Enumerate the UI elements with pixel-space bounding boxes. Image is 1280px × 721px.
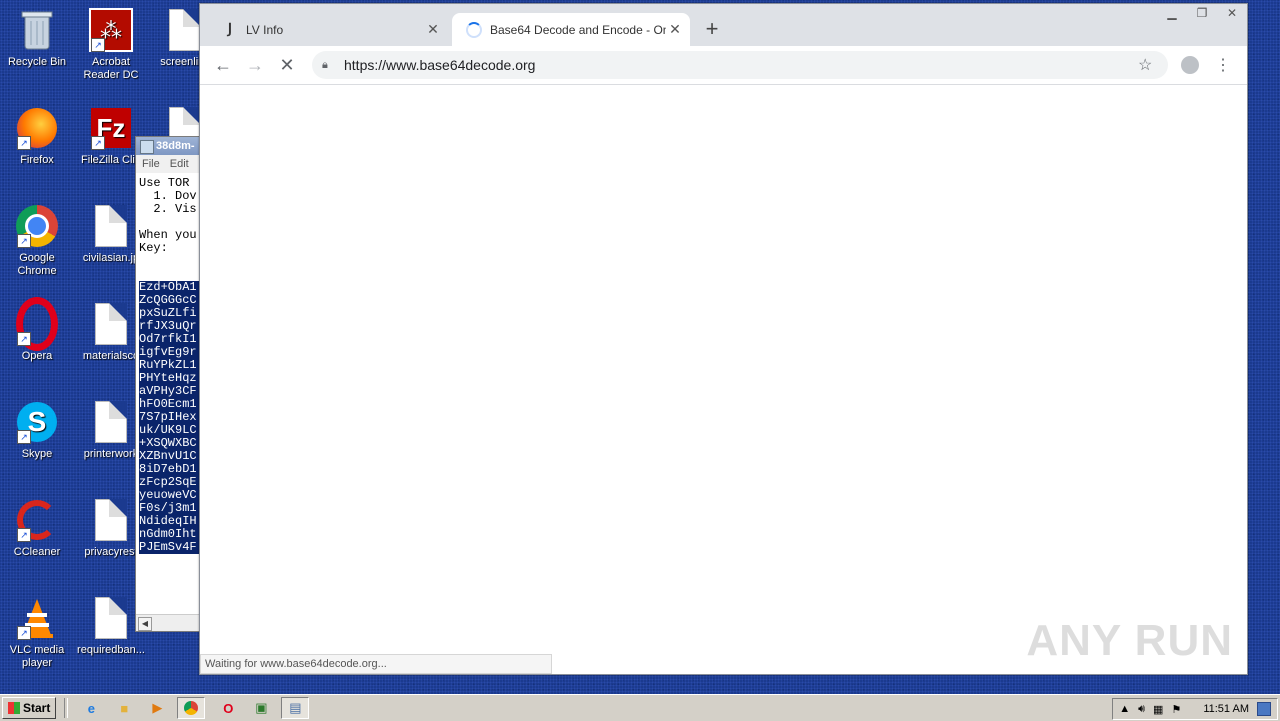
opera-icon: ↗ xyxy=(15,297,59,351)
firefox-icon: ↗ xyxy=(15,106,59,150)
show-desktop-icon[interactable] xyxy=(1257,702,1271,716)
system-tray: ▲ 🔊︎ ▦ ⚑ 11:51 AM xyxy=(1112,698,1278,720)
menu-kebab-icon[interactable]: ⋮ xyxy=(1210,53,1236,77)
back-button[interactable]: ← xyxy=(210,53,236,77)
close-tab-icon[interactable]: ✕ xyxy=(666,21,684,38)
acrobat-icon: ⁂ ↗ xyxy=(89,8,133,52)
desktop-icon-skype[interactable]: S ↗ Skype xyxy=(0,400,74,461)
ccleaner-icon: ↗ xyxy=(15,498,59,542)
page-viewport[interactable]: ANY RUN Waiting for www.base64decode.org… xyxy=(200,85,1247,674)
tab-title: LV Info xyxy=(246,22,284,37)
file-icon xyxy=(89,400,133,444)
tray-expand-icon[interactable]: ▲ xyxy=(1119,703,1130,715)
forward-button[interactable]: → xyxy=(242,53,268,77)
windows-flag-icon xyxy=(8,702,20,714)
filezilla-icon: Fz ↗ xyxy=(89,106,133,150)
desktop-icon-acrobat[interactable]: ⁂ ↗ Acrobat Reader DC xyxy=(74,8,148,82)
maximize-icon[interactable]: ❐ xyxy=(1187,4,1217,22)
desktop-icon-ccleaner[interactable]: ↗ CCleaner xyxy=(0,498,74,559)
bookmark-star-icon[interactable]: ☆ xyxy=(1138,55,1160,75)
media-player-icon[interactable]: ▶ xyxy=(147,698,167,718)
browser-toolbar: ← → ✕ 🔒︎ https://www.base64decode.org ☆ … xyxy=(200,46,1247,85)
menu-file[interactable]: File xyxy=(142,158,160,170)
shortcut-arrow-icon: ↗ xyxy=(91,136,105,150)
close-tab-icon[interactable]: ✕ xyxy=(424,21,442,38)
file-icon xyxy=(89,302,133,346)
file-icon xyxy=(89,204,133,248)
vlc-icon: ↗ xyxy=(15,596,59,640)
desktop-icon-opera[interactable]: ↗ Opera xyxy=(0,297,74,363)
explorer-folder-icon[interactable]: ■ xyxy=(114,698,134,718)
new-tab-button[interactable]: + xyxy=(700,18,724,42)
shortcut-arrow-icon: ↗ xyxy=(17,430,31,444)
anyrun-watermark: ANY RUN xyxy=(1026,616,1233,665)
shortcut-arrow-icon: ↗ xyxy=(17,332,31,346)
shortcut-arrow-icon: ↗ xyxy=(17,626,31,640)
clock[interactable]: 11:51 AM xyxy=(1203,703,1249,715)
internet-explorer-icon[interactable]: e xyxy=(81,698,101,718)
file-icon xyxy=(89,596,133,640)
task-manager-icon[interactable]: ▣ xyxy=(251,698,271,718)
start-button[interactable]: Start xyxy=(2,697,57,719)
action-center-flag-icon[interactable]: ⚑ xyxy=(1171,703,1181,716)
desktop-icon-vlc[interactable]: ↗ VLC media player xyxy=(0,596,74,670)
url-text: https://www.base64decode.org xyxy=(344,57,536,73)
shortcut-arrow-icon: ↗ xyxy=(91,38,105,52)
network-icon[interactable]: ▦ xyxy=(1153,703,1163,716)
stop-loading-button[interactable]: ✕ xyxy=(274,53,300,77)
text-line: Key: xyxy=(139,241,168,255)
tab-strip: 𝖩 LV Info ✕ Base64 Decode and Encode - O… xyxy=(200,4,1247,46)
lock-icon: 🔒︎ xyxy=(322,58,328,71)
tab-title: Base64 Decode and Encode - Online xyxy=(490,22,666,37)
file-icon xyxy=(89,498,133,542)
profile-avatar-icon[interactable] xyxy=(1177,53,1203,77)
close-icon[interactable]: ✕ xyxy=(1217,4,1247,22)
shortcut-arrow-icon: ↗ xyxy=(17,528,31,542)
window-controls: ▁ ❐ ✕ xyxy=(1157,4,1247,22)
scroll-left-icon[interactable]: ◀ xyxy=(138,617,152,631)
volume-icon[interactable]: 🔊︎ xyxy=(1138,703,1145,716)
shortcut-arrow-icon: ↗ xyxy=(17,234,31,248)
shortcut-arrow-icon: ↗ xyxy=(17,136,31,150)
text-line: Use TOR xyxy=(139,176,190,190)
taskbar: Start e ■ ▶ O ▣ ▤ ▲ 🔊︎ ▦ ⚑ 11:51 AM xyxy=(0,694,1280,721)
lv-logo-icon: 𝖩 xyxy=(227,22,233,37)
desktop-icon-firefox[interactable]: ↗ Firefox xyxy=(0,106,74,167)
skype-icon: S ↗ xyxy=(15,400,59,444)
desktop-icon-chrome[interactable]: ↗ Google Chrome xyxy=(0,204,74,278)
loading-spinner-icon xyxy=(466,21,482,38)
recycle-bin-icon xyxy=(15,8,59,52)
status-bubble: Waiting for www.base64decode.org... xyxy=(200,654,552,674)
text-line: 2. Vis xyxy=(139,202,197,216)
text-line: When you xyxy=(139,228,197,242)
minimize-icon[interactable]: ▁ xyxy=(1157,4,1187,22)
chrome-taskbar-icon[interactable] xyxy=(177,697,206,719)
desktop-icon-recycle-bin[interactable]: Recycle Bin xyxy=(0,8,74,69)
text-line: 1. Dov xyxy=(139,189,197,203)
chrome-icon: ↗ xyxy=(15,204,59,248)
chrome-window[interactable]: 𝖩 LV Info ✕ Base64 Decode and Encode - O… xyxy=(199,3,1248,675)
tab-base64[interactable]: Base64 Decode and Encode - Online ✕ xyxy=(452,13,690,46)
taskbar-separator xyxy=(64,698,69,718)
notepad-taskbar-icon[interactable]: ▤ xyxy=(281,697,310,719)
tab-lv-info[interactable]: 𝖩 LV Info ✕ xyxy=(208,13,448,46)
address-bar[interactable]: 🔒︎ https://www.base64decode.org ☆ xyxy=(312,51,1168,79)
opera-taskbar-icon[interactable]: O xyxy=(218,698,238,718)
menu-edit[interactable]: Edit xyxy=(170,158,189,170)
